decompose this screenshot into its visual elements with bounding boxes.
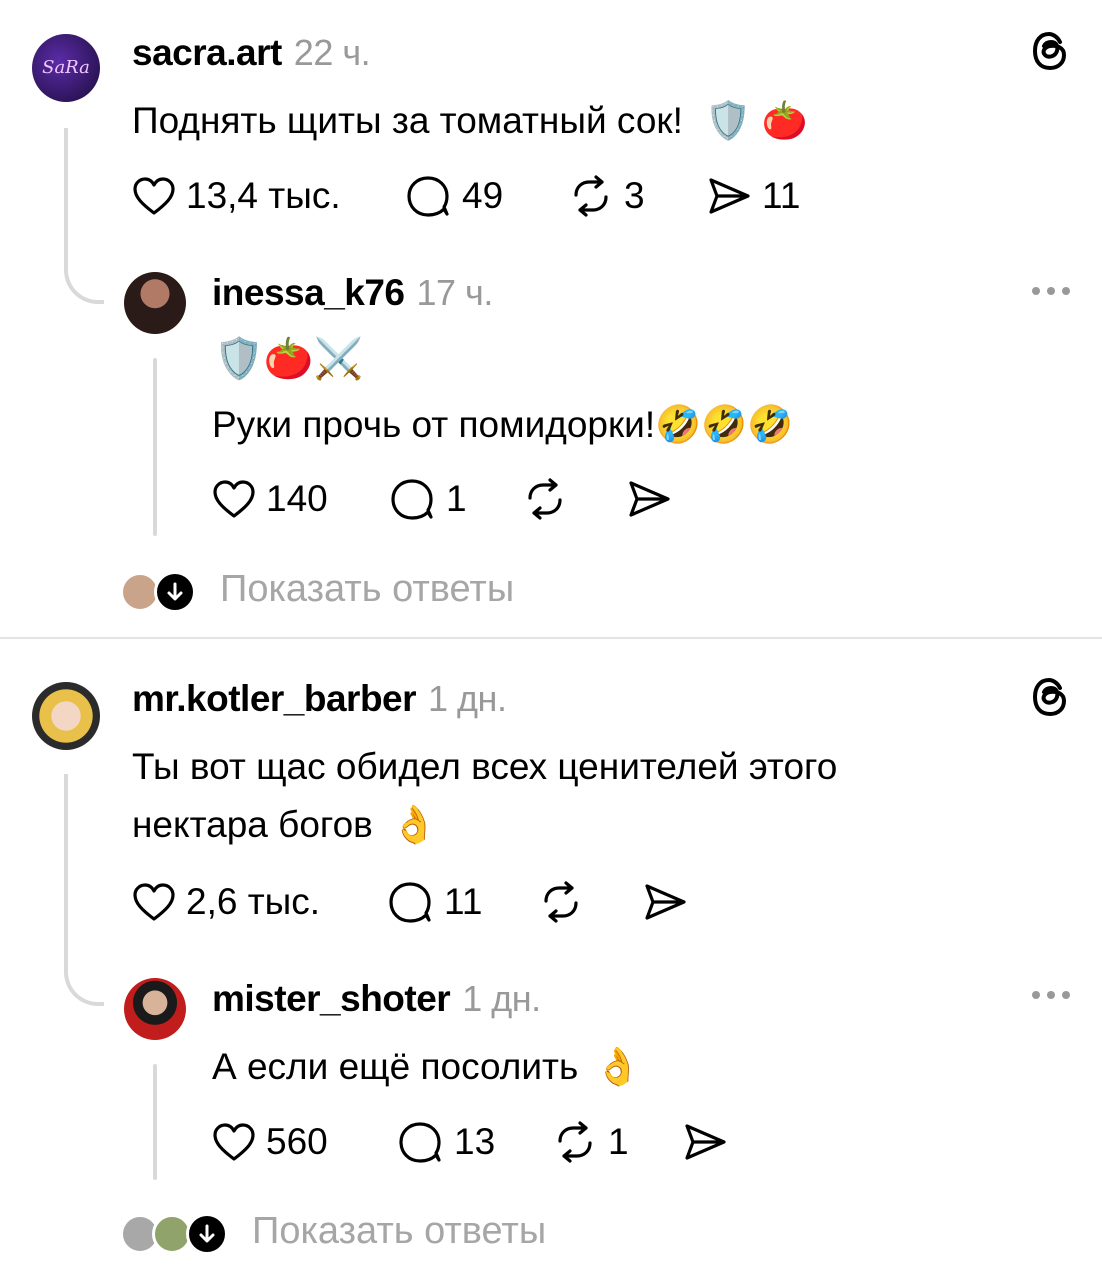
send-icon [645,884,686,920]
reply-header: inessa_k76 17 ч. [212,272,493,314]
like-count: 13,4 тыс. [186,175,341,216]
timestamp: 17 ч. [416,272,494,313]
repost-icon [574,175,608,217]
emoji: 👌 [594,1046,641,1087]
post-text-line: Ты вот щас обидел всех ценителей этого [132,746,838,787]
avatar[interactable]: SaRa [32,34,100,102]
like-count: 2,6 тыс. [186,881,321,922]
repost-button[interactable] [522,478,578,520]
thread-line [153,1064,157,1180]
comment-bubble-icon [391,479,433,520]
comment-bubble-icon [399,1122,441,1163]
emoji: 🤣🤣🤣 [655,404,794,445]
heart-icon [133,177,175,215]
arrow-down-icon [154,571,196,613]
emoji: 🛡️ 🍅 [705,100,808,141]
heart-icon [213,1123,255,1161]
post-text-content: Поднять щиты за томатный сок! [132,100,683,141]
reply-text: Руки прочь от помидорки!🤣🤣🤣 [212,396,793,454]
more-dots-icon[interactable] [1032,991,1070,999]
send-icon [629,481,670,517]
username[interactable]: mr.kotler_barber [132,678,417,719]
username[interactable]: inessa_k76 [212,272,405,313]
post-text-line: нектара богов 👌 [132,796,437,854]
comment-count: 49 [462,175,504,216]
heart-icon [133,883,175,921]
like-button[interactable]: 140 [212,478,328,520]
username[interactable]: sacra.art [132,32,282,73]
reply-text-content: А если ещё посолить [212,1046,579,1087]
share-button[interactable] [626,478,682,520]
repost-icon [544,881,578,923]
heart-icon [213,480,255,518]
threads-logo-icon[interactable] [1030,676,1070,718]
reply-text: А если ещё посолить 👌 [212,1038,641,1096]
send-icon [709,178,750,214]
comment-button[interactable]: 1 [390,478,467,520]
like-button[interactable]: 560 [212,1121,328,1163]
send-icon [685,1124,726,1160]
share-button[interactable] [682,1121,738,1163]
comment-button[interactable]: 49 [406,175,503,217]
avatar[interactable] [32,682,100,750]
comment-button[interactable]: 11 [388,881,482,923]
repost-icon [528,478,562,520]
timestamp: 1 дн. [462,978,541,1019]
comment-bubble-icon [389,882,431,923]
thread-connector [64,128,104,304]
username[interactable]: mister_shoter [212,978,451,1019]
like-count: 140 [266,478,328,519]
more-dots-icon[interactable] [1032,287,1070,295]
repost-count: 1 [608,1121,629,1162]
avatar-label: SaRa [42,57,90,78]
comment-bubble-icon [407,176,449,217]
share-button[interactable] [642,881,698,923]
show-replies-button[interactable]: Показать ответы [252,1210,546,1253]
comment-count: 1 [446,478,467,519]
thread-connector [64,774,104,1006]
repost-button[interactable] [538,881,594,923]
repost-count: 3 [624,175,645,216]
emoji: 👌 [391,804,438,845]
thread-line [153,358,157,536]
comment-count: 13 [454,1121,496,1162]
threads-logo-icon[interactable] [1030,30,1070,72]
post-header: sacra.art 22 ч. [132,32,371,74]
share-count: 11 [762,175,801,216]
timestamp: 22 ч. [293,32,371,73]
comment-count: 11 [444,881,483,922]
like-count: 560 [266,1121,328,1162]
show-replies-button[interactable]: Показать ответы [220,568,514,611]
post-text: Поднять щиты за томатный сок! 🛡️ 🍅 [132,92,808,150]
reply-text-content: Руки прочь от помидорки! [212,404,656,445]
reply-header: mister_shoter 1 дн. [212,978,541,1020]
reply-emoji-line: 🛡️🍅⚔️ [214,337,364,381]
avatar[interactable] [124,978,186,1040]
comment-button[interactable]: 13 [398,1121,495,1163]
post-text-content: нектара богов [132,804,373,845]
arrow-down-icon [186,1213,228,1255]
timestamp: 1 дн. [428,678,507,719]
post-header: mr.kotler_barber 1 дн. [132,678,507,720]
share-button[interactable]: 11 [706,175,800,217]
repost-button[interactable]: 1 [552,1121,629,1163]
repost-icon [558,1121,592,1163]
like-button[interactable]: 13,4 тыс. [132,175,341,217]
repost-button[interactable]: 3 [568,175,645,217]
like-button[interactable]: 2,6 тыс. [132,881,320,923]
avatar[interactable] [124,272,186,334]
divider [0,637,1102,639]
